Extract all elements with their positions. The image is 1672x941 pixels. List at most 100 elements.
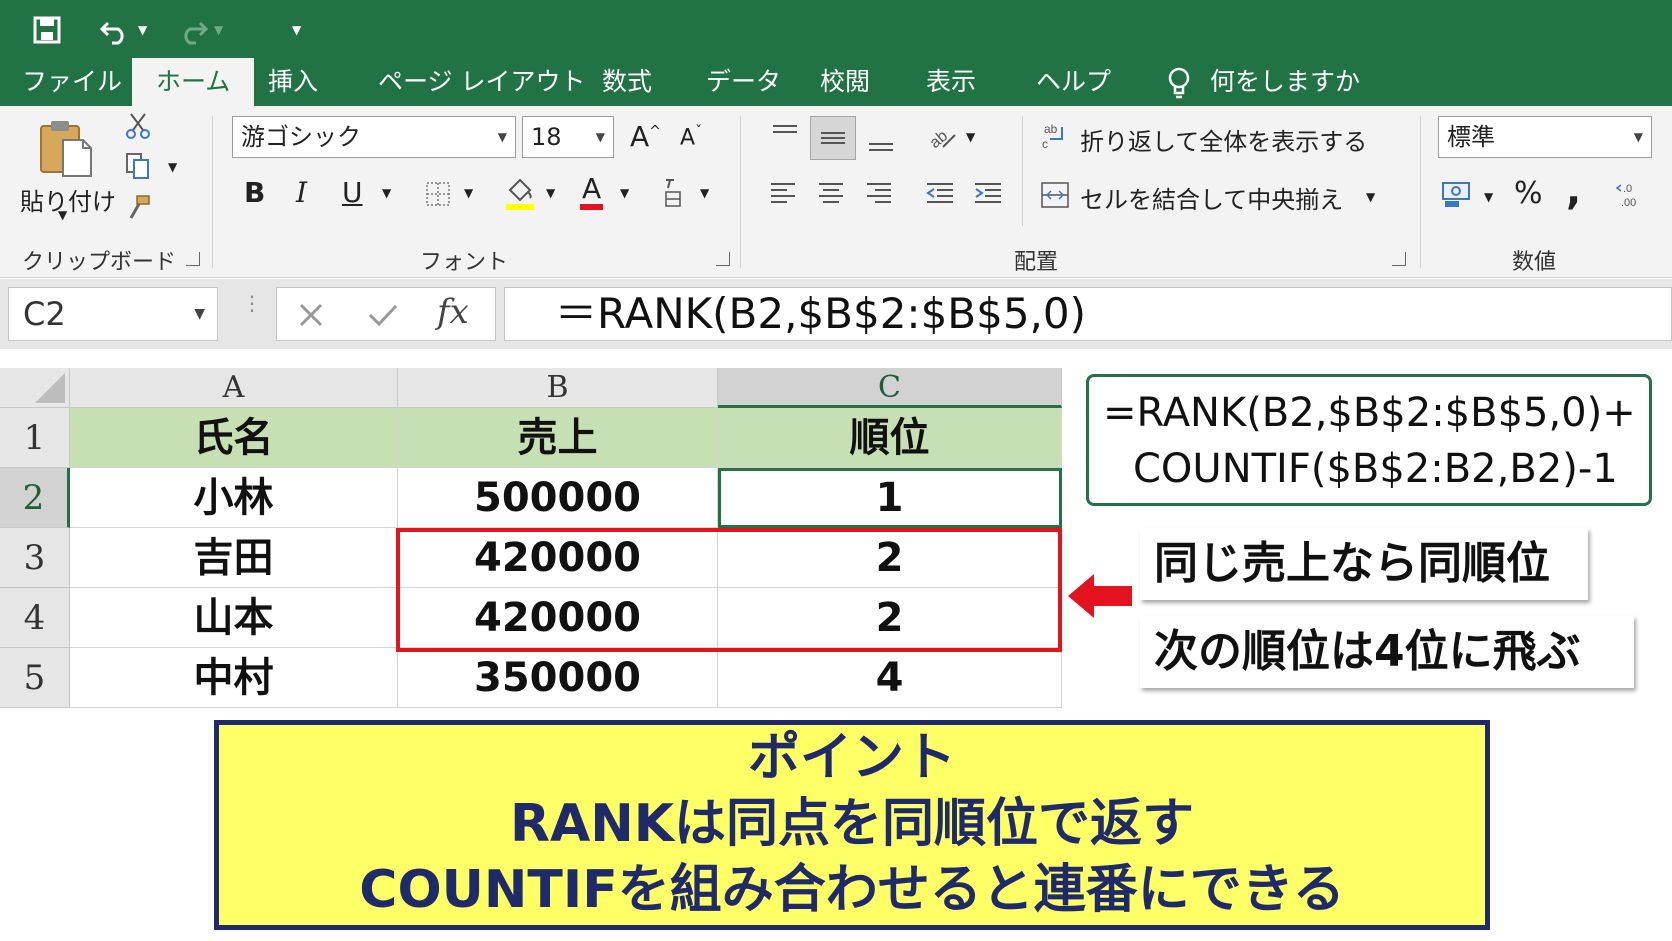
point-title: ポイント	[747, 728, 956, 788]
tab-page-layout[interactable]: ページ レイアウト	[378, 58, 585, 106]
row-header-1[interactable]: 1	[0, 408, 70, 468]
merge-center-button[interactable]: セルを結合して中央揃え	[1080, 180, 1343, 215]
column-header-c[interactable]: C	[718, 368, 1062, 408]
column-header-a[interactable]: A	[70, 368, 398, 408]
table-cell[interactable]: 小林	[70, 468, 398, 528]
chevron-down-icon[interactable]: ▼	[966, 130, 975, 144]
chevron-down-icon[interactable]: ▼	[700, 186, 709, 200]
redo-button[interactable]: ▼	[176, 10, 223, 50]
accounting-icon	[1442, 182, 1470, 207]
wrap-text-icon: ab c	[1040, 120, 1068, 152]
tab-formulas[interactable]: 数式	[602, 58, 652, 106]
merge-center-icon	[1040, 180, 1070, 210]
clipboard-launcher-icon[interactable]	[186, 252, 200, 266]
row-header-5[interactable]: 5	[0, 648, 70, 708]
select-all-button[interactable]	[0, 368, 70, 408]
customize-icon: ▼	[292, 23, 302, 37]
format-painter-icon	[129, 195, 150, 219]
undo-button[interactable]: ▼	[100, 10, 147, 50]
active-cell-outline	[718, 468, 1062, 528]
font-name-select[interactable]: 游ゴシック ▼	[232, 116, 516, 158]
clipboard-group-label: クリップボード	[22, 250, 177, 275]
chevron-down-icon[interactable]: ▼	[464, 186, 473, 200]
align-bottom-button[interactable]	[866, 128, 896, 158]
align-middle-icon	[821, 132, 845, 144]
save-button[interactable]	[32, 10, 62, 50]
tell-me-label: 何をしますか	[1210, 67, 1361, 96]
phonetic-button[interactable]	[660, 176, 686, 210]
table-cell[interactable]: 350000	[398, 648, 718, 708]
header-cell-name[interactable]: 氏名	[70, 408, 398, 468]
chevron-down-icon[interactable]: ▼	[1484, 190, 1493, 204]
shrink-font-icon: A	[680, 125, 696, 151]
align-middle-button[interactable]	[810, 116, 856, 160]
number-format-select[interactable]: 標準 ▼	[1438, 116, 1652, 158]
decrease-indent-button[interactable]	[924, 178, 956, 208]
tab-view[interactable]: 表示	[926, 58, 976, 106]
shrink-font-button[interactable]: Aˇ	[680, 124, 702, 150]
cut-button[interactable]	[124, 112, 152, 140]
header-cell-sales[interactable]: 売上	[398, 408, 718, 468]
align-right-button[interactable]	[864, 178, 894, 208]
table-cell[interactable]: 4	[718, 648, 1062, 708]
row-header-4[interactable]: 4	[0, 588, 70, 648]
resize-handle-icon[interactable]: ⋮	[242, 293, 262, 313]
chevron-down-icon[interactable]: ▼	[620, 186, 629, 200]
chevron-down-icon[interactable]: ▼	[168, 160, 177, 174]
formula-input[interactable]: ＝RANK(B2,$B$2:$B$5,0)	[504, 287, 1672, 341]
italic-button[interactable]: I	[296, 176, 307, 209]
column-header-b[interactable]: B	[398, 368, 718, 408]
header-cell-rank[interactable]: 順位	[718, 408, 1062, 468]
font-size-select[interactable]: 18 ▼	[522, 116, 614, 158]
formula-callout-line2: COUNTIF($B$2:B2,B2)-1	[1133, 446, 1618, 492]
number-format-value: 標準	[1447, 123, 1495, 151]
insert-function-icon[interactable]: fx	[437, 292, 469, 332]
paste-button[interactable]	[36, 116, 96, 182]
accounting-format-button[interactable]	[1440, 178, 1474, 210]
align-left-button[interactable]	[768, 178, 798, 208]
name-box[interactable]: C2 ▼	[8, 287, 218, 341]
increase-decimal-button[interactable]: .0 .00	[1614, 178, 1644, 210]
underline-button[interactable]: U	[342, 176, 363, 209]
chevron-down-icon[interactable]: ▼	[58, 208, 67, 222]
enter-icon[interactable]	[367, 301, 399, 329]
borders-button[interactable]	[424, 180, 452, 208]
format-painter-button[interactable]	[124, 194, 152, 222]
tab-review[interactable]: 校閲	[820, 58, 870, 106]
bold-button[interactable]: B	[244, 176, 265, 209]
font-name-value: 游ゴシック	[241, 123, 361, 151]
alignment-launcher-icon[interactable]	[1392, 252, 1406, 266]
tell-me-search[interactable]: 何をしますか	[1166, 58, 1360, 106]
comma-style-button[interactable]: ,	[1566, 168, 1581, 214]
name-box-value: C2	[23, 295, 66, 333]
font-color-button[interactable]: A	[580, 172, 604, 210]
row-header-3[interactable]: 3	[0, 528, 70, 588]
table-cell[interactable]: 中村	[70, 648, 398, 708]
tab-file[interactable]: ファイル	[22, 58, 122, 106]
chevron-down-icon[interactable]: ▼	[1366, 190, 1375, 204]
divider	[1420, 116, 1421, 268]
chevron-down-icon[interactable]: ▼	[546, 186, 555, 200]
cancel-icon[interactable]	[297, 301, 325, 329]
wrap-text-button[interactable]: 折り返して全体を表示する	[1080, 122, 1367, 157]
row-header-2[interactable]: 2	[0, 468, 70, 528]
increase-indent-button[interactable]	[972, 178, 1004, 208]
orientation-button[interactable]: ab	[924, 120, 958, 150]
chevron-down-icon[interactable]: ▼	[382, 186, 391, 200]
customize-quick-access-button[interactable]: ▼	[286, 10, 301, 50]
font-launcher-icon[interactable]	[716, 252, 730, 266]
table-cell[interactable]: 500000	[398, 468, 718, 528]
grow-font-button[interactable]: A^	[630, 120, 661, 153]
tab-help[interactable]: ヘルプ	[1036, 58, 1111, 106]
align-top-button[interactable]	[770, 118, 800, 148]
tab-data[interactable]: データ	[706, 58, 781, 106]
tab-home[interactable]: ホーム	[132, 58, 255, 106]
tab-insert[interactable]: 挿入	[268, 58, 318, 106]
formula-buttons: fx	[276, 287, 496, 341]
table-cell[interactable]: 山本	[70, 588, 398, 648]
fill-color-button[interactable]	[504, 176, 536, 212]
table-cell[interactable]: 吉田	[70, 528, 398, 588]
copy-button[interactable]	[124, 152, 152, 180]
align-center-button[interactable]	[816, 178, 846, 208]
percent-style-button[interactable]: %	[1514, 176, 1543, 211]
